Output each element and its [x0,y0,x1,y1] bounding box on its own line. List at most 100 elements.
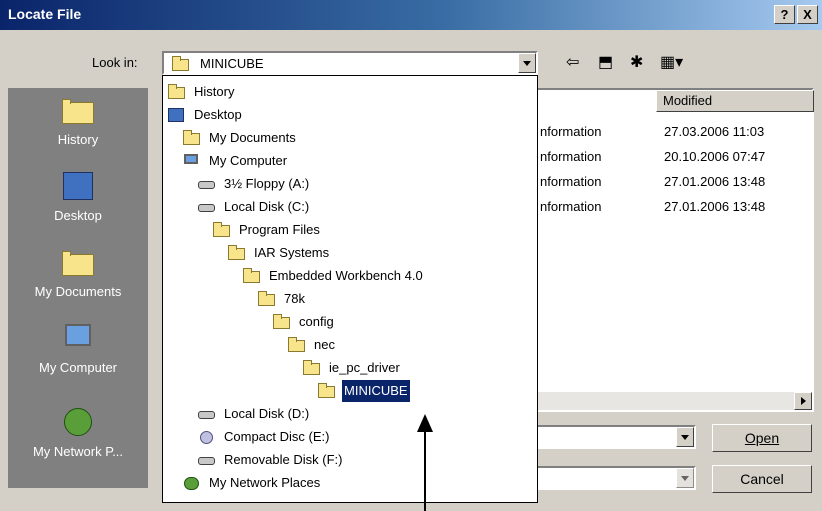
up-folder-icon[interactable]: ⬒ [598,52,613,74]
dropdown-item-label: My Network Places [209,474,321,490]
file-name-dropdown-button[interactable] [676,427,694,447]
my-network-places-icon [60,406,96,438]
row-modified: 20.10.2006 07:47 [664,149,766,164]
place-my-network[interactable]: My Network P... [8,400,148,472]
cd-drive-icon [197,429,217,445]
drive-icon [197,452,217,468]
dropdown-item[interactable]: Local Disk (C:) [197,195,311,217]
look-in-value: MINICUBE [200,56,264,71]
dropdown-item-label: Local Disk (D:) [224,405,310,421]
dropdown-item-label: config [299,313,334,329]
look-in-label: Look in: [92,55,138,70]
place-label: My Documents [34,284,122,299]
place-label: History [57,132,99,147]
desktop-icon [60,170,96,202]
row-modified: 27.01.2006 13:48 [664,174,766,189]
look-in-dropdown-button[interactable] [518,53,536,73]
dropdown-item-label: Program Files [239,221,320,237]
folder-icon [167,83,187,100]
dropdown-item[interactable]: config [272,310,336,332]
place-history[interactable]: History [8,88,148,160]
dropdown-item[interactable]: My Computer [182,149,289,171]
dropdown-item-label: MINICUBE [341,378,411,403]
dropdown-item[interactable]: Removable Disk (F:) [197,448,344,470]
dropdown-item[interactable]: IAR Systems [227,241,331,263]
folder-icon [242,267,262,284]
my-computer-icon [60,322,96,354]
close-button[interactable]: X [797,5,818,24]
folder-icon [170,56,192,72]
annotation-arrow-line [424,430,426,511]
row-modified: 27.03.2006 11:03 [664,124,765,139]
dropdown-item-label: Local Disk (C:) [224,198,310,214]
desktop-icon [167,107,187,123]
dropdown-item[interactable]: ie_pc_driver [302,356,402,378]
dropdown-item[interactable]: 78k [257,287,307,309]
folder-icon [302,359,322,376]
row-modified: 27.01.2006 13:48 [664,199,766,214]
help-button[interactable]: ? [774,5,795,24]
row-type: nformation [540,174,602,189]
file-type-dropdown-button[interactable] [676,468,694,488]
cancel-button[interactable]: Cancel [712,465,812,493]
dropdown-item-label: My Documents [209,129,296,145]
dropdown-item[interactable]: Local Disk (D:) [197,402,311,424]
row-type: nformation [540,199,602,214]
network-icon [182,475,202,491]
computer-icon [182,153,202,169]
dropdown-item[interactable]: Program Files [212,218,322,240]
place-label: My Computer [38,360,118,375]
place-label: My Network P... [32,444,124,459]
dropdown-item-label: Removable Disk (F:) [224,451,343,467]
dropdown-item-label: Desktop [194,106,242,122]
folder-icon [182,129,202,146]
drive-icon [197,176,217,192]
dropdown-item-label: Compact Disc (E:) [224,428,330,444]
look-in-combo[interactable]: MINICUBE [162,51,538,75]
dropdown-item[interactable]: nec [287,333,337,355]
folder-icon [227,244,247,261]
dropdown-item[interactable]: Desktop [167,103,244,125]
dropdown-item[interactable]: MINICUBE [317,378,411,403]
open-button[interactable]: Open [712,424,812,452]
dropdown-item-label: Embedded Workbench 4.0 [269,267,423,283]
locate-file-dialog: Locate File ? X Look in: MINICUBE ⇦ ⬒ ✱ … [0,0,822,511]
dropdown-item[interactable]: My Network Places [182,471,322,493]
row-type: nformation [540,149,602,164]
drive-icon [197,199,217,215]
back-icon[interactable]: ⇦ [566,52,579,74]
row-type: nformation [540,124,602,139]
dropdown-item[interactable]: My Documents [182,126,298,148]
new-folder-icon[interactable]: ✱ [630,52,643,74]
place-my-documents[interactable]: My Documents [8,240,148,312]
window-title: Locate File [8,6,82,22]
history-folder-icon [60,94,96,126]
dropdown-item[interactable]: 3½ Floppy (A:) [197,172,311,194]
dropdown-item-label: 3½ Floppy (A:) [224,175,310,191]
my-documents-icon [60,246,96,278]
dropdown-item-label: nec [314,336,335,352]
places-bar: History Desktop My Documents My Computer… [8,88,148,488]
dropdown-item-label: History [194,83,235,99]
dropdown-item[interactable]: Embedded Workbench 4.0 [242,264,425,286]
dropdown-item-label: 78k [284,290,305,306]
place-my-computer[interactable]: My Computer [8,316,148,388]
title-bar[interactable]: Locate File ? X [0,0,822,30]
dropdown-item[interactable]: History [167,80,236,102]
folder-icon [257,290,277,307]
drive-icon [197,406,217,422]
dropdown-item-label: ie_pc_driver [329,359,400,375]
dropdown-item-label: My Computer [209,152,288,168]
dropdown-item-label: IAR Systems [254,244,330,260]
scroll-right-button[interactable] [794,392,812,410]
place-desktop[interactable]: Desktop [8,164,148,236]
view-menu-icon[interactable]: ▦▾ [660,52,683,74]
place-label: Desktop [54,208,102,223]
folder-icon [212,221,232,238]
column-header-modified[interactable]: Modified [656,90,814,112]
folder-icon [287,336,307,353]
look-in-dropdown-list[interactable]: History Desktop My Documents My Computer 3½ … [162,75,538,503]
folder-icon [272,313,292,330]
dropdown-item[interactable]: Compact Disc (E:) [197,425,331,447]
folder-icon [317,382,337,399]
